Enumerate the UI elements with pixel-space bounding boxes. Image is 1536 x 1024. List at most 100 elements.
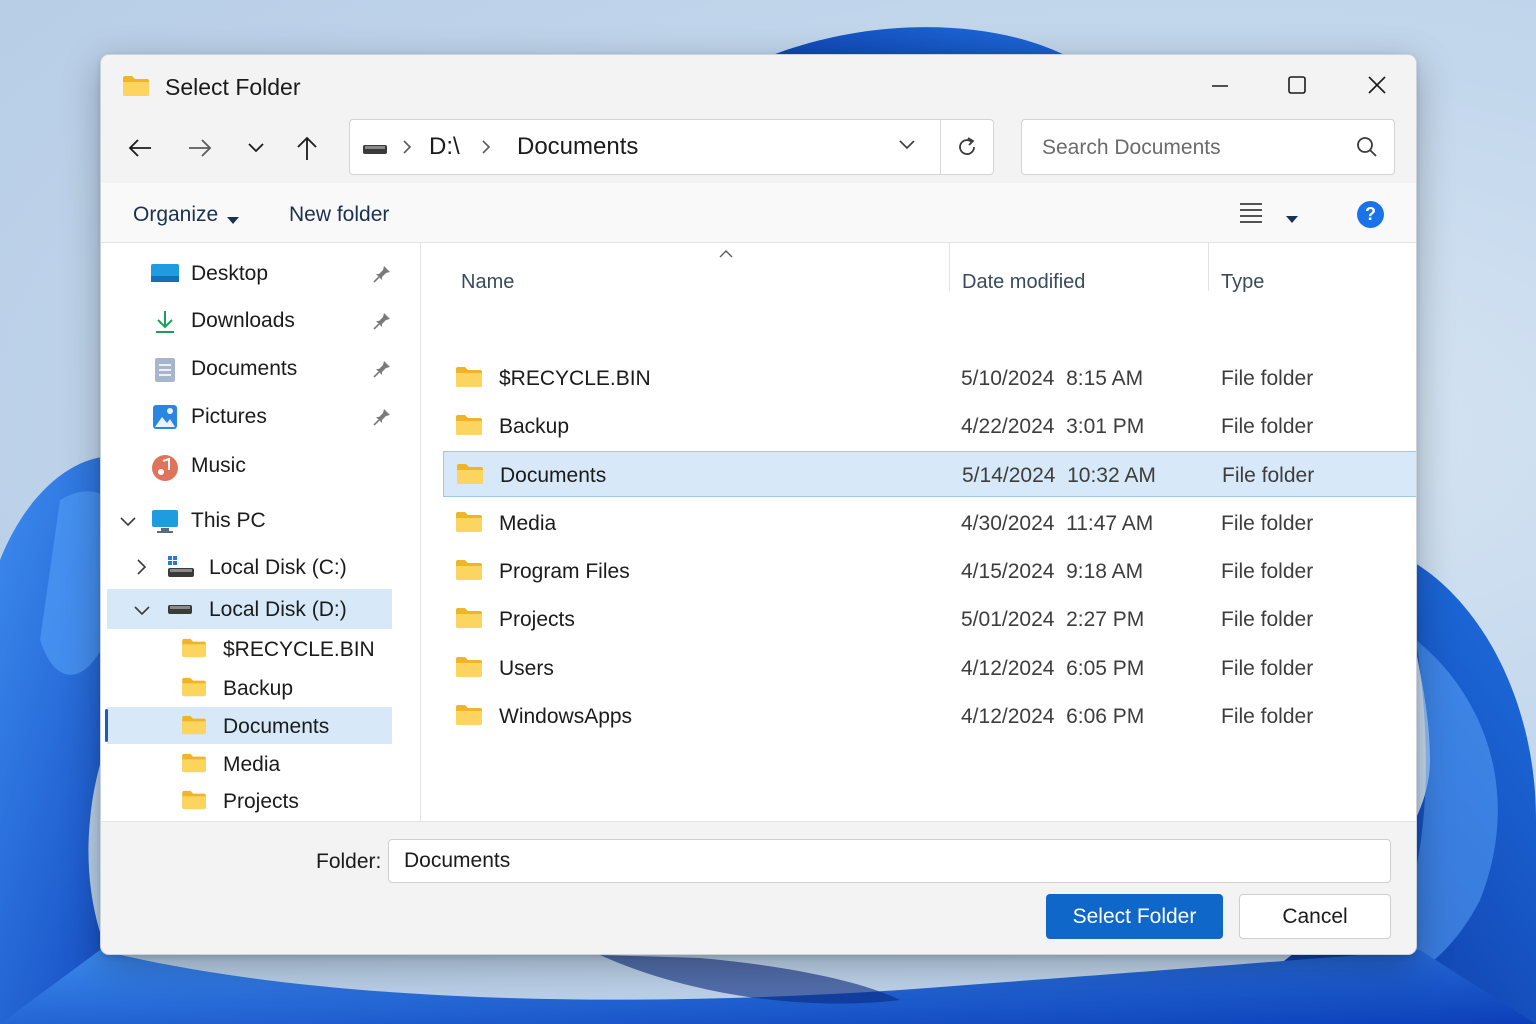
sidebar-item-label: Documents <box>191 357 298 380</box>
table-row[interactable]: Users 4/12/2024 6:05 PM File folder <box>443 645 1416 691</box>
folder-icon <box>455 559 483 586</box>
sidebar-item-documents-folder[interactable]: Documents <box>101 707 401 747</box>
refresh-button[interactable] <box>948 128 986 166</box>
table-row[interactable]: WindowsApps 4/12/2024 6:06 PM File folde… <box>443 693 1416 739</box>
file-date: 4/22/2024 3:01 PM <box>961 415 1145 438</box>
folder-name-input[interactable] <box>388 839 1391 883</box>
desktop-icon <box>151 262 179 291</box>
breadcrumb-folder[interactable]: Documents <box>517 133 638 161</box>
sidebar-item-this-pc[interactable]: This PC <box>101 501 401 541</box>
search-icon[interactable] <box>1356 136 1378 163</box>
table-row[interactable]: Media 4/30/2024 11:47 AM File folder <box>443 500 1416 546</box>
column-header-date-modified[interactable]: Date modified <box>962 271 1085 294</box>
file-type: File folder <box>1221 560 1314 583</box>
folder-icon <box>455 704 483 731</box>
file-date: 5/14/2024 10:32 AM <box>962 464 1156 487</box>
search-input[interactable] <box>1042 134 1342 162</box>
file-date: 5/01/2024 2:27 PM <box>961 608 1145 631</box>
file-type: File folder <box>1221 415 1314 438</box>
sidebar-item-projects[interactable]: Projects <box>101 782 401 822</box>
arrow-up-icon <box>297 136 317 160</box>
sidebar-item-recycle-bin[interactable]: $RECYCLE.BIN <box>101 630 401 670</box>
table-row-selected[interactable]: Documents 5/14/2024 10:32 AM File folder <box>443 451 1416 497</box>
column-header-name[interactable]: Name <box>461 271 514 294</box>
close-button[interactable] <box>1349 65 1405 105</box>
download-icon <box>153 309 177 340</box>
file-type: File folder <box>1221 512 1314 535</box>
sidebar-item-label: This PC <box>191 509 266 532</box>
sidebar-item-backup[interactable]: Backup <box>101 669 401 709</box>
recent-locations-button[interactable] <box>237 129 275 167</box>
sidebar-item-label: Downloads <box>191 309 295 332</box>
sidebar-item-label: Backup <box>223 677 294 700</box>
file-date: 4/12/2024 6:06 PM <box>961 705 1145 728</box>
folder-icon <box>181 790 207 815</box>
file-name: Projects <box>499 608 575 631</box>
file-type: File folder <box>1221 367 1314 390</box>
cancel-button[interactable]: Cancel <box>1239 894 1391 939</box>
sidebar-item-pictures[interactable]: Pictures <box>101 397 401 437</box>
folder-icon <box>455 656 483 683</box>
arrow-right-icon <box>189 139 212 157</box>
arrow-left-icon <box>128 139 151 157</box>
folder-icon <box>122 75 150 102</box>
help-button[interactable]: ? <box>1357 201 1384 228</box>
column-divider[interactable] <box>1208 243 1209 291</box>
organize-button[interactable]: Organize <box>133 203 218 227</box>
address-dropdown-icon[interactable] <box>898 138 916 156</box>
caret-down-icon[interactable] <box>227 212 239 230</box>
address-bar[interactable]: D:\ Documents <box>349 119 994 175</box>
view-list-icon[interactable] <box>1239 201 1263 228</box>
column-divider[interactable] <box>949 243 950 291</box>
folder-icon <box>181 677 207 702</box>
folder-icon <box>455 366 483 393</box>
file-name: Program Files <box>499 560 630 583</box>
pin-icon <box>373 360 391 383</box>
file-name: Media <box>499 512 557 535</box>
table-row[interactable]: Backup 4/22/2024 3:01 PM File folder <box>443 403 1416 449</box>
file-name: Users <box>499 657 554 680</box>
minimize-button[interactable] <box>1192 65 1248 105</box>
forward-button[interactable] <box>181 129 219 167</box>
sidebar-item-desktop[interactable]: Desktop <box>101 254 401 294</box>
dialog-footer: Folder: Select Folder Cancel <box>101 821 1416 954</box>
breadcrumb-drive[interactable]: D:\ <box>429 133 460 161</box>
view-options-dropdown-icon[interactable] <box>1286 211 1298 229</box>
sidebar-item-media[interactable]: Media <box>101 745 401 785</box>
drive-icon <box>362 142 388 160</box>
music-icon <box>151 454 179 487</box>
file-date: 5/10/2024 8:15 AM <box>961 367 1144 390</box>
sidebar-item-label: Projects <box>223 790 299 813</box>
maximize-button[interactable] <box>1269 65 1325 105</box>
address-divider <box>940 120 941 174</box>
chevron-right-icon <box>481 139 491 160</box>
file-name: Backup <box>499 415 570 438</box>
column-header-type[interactable]: Type <box>1221 271 1264 294</box>
select-folder-button[interactable]: Select Folder <box>1046 894 1223 939</box>
new-folder-button[interactable]: New folder <box>289 203 389 227</box>
back-button[interactable] <box>121 129 159 167</box>
sidebar-item-label: Pictures <box>191 405 267 428</box>
chevron-down-icon <box>248 143 264 153</box>
sidebar-item-local-disk-d[interactable]: Local Disk (D:) <box>101 590 401 630</box>
maximize-icon <box>1288 76 1306 94</box>
table-row[interactable]: Program Files 4/15/2024 9:18 AM File fol… <box>443 548 1416 594</box>
pin-icon <box>373 265 391 288</box>
file-type: File folder <box>1221 657 1314 680</box>
folder-icon <box>181 753 207 778</box>
folder-label: Folder: <box>316 850 382 873</box>
close-icon <box>1368 76 1386 94</box>
up-button[interactable] <box>288 129 326 167</box>
sidebar-item-music[interactable]: Music <box>101 446 401 486</box>
sidebar-item-documents[interactable]: Documents <box>101 349 401 389</box>
file-date: 4/15/2024 9:18 AM <box>961 560 1144 583</box>
chevron-right-icon <box>402 139 412 160</box>
pictures-icon <box>153 405 177 434</box>
sidebar-item-downloads[interactable]: Downloads <box>101 301 401 341</box>
table-row[interactable]: $RECYCLE.BIN 5/10/2024 8:15 AM File fold… <box>443 355 1416 401</box>
file-name: WindowsApps <box>499 705 633 728</box>
file-date: 4/12/2024 6:05 PM <box>961 657 1145 680</box>
table-row[interactable]: Projects 5/01/2024 2:27 PM File folder <box>443 596 1416 642</box>
refresh-icon <box>959 137 975 155</box>
sidebar-item-local-disk-c[interactable]: Local Disk (C:) <box>101 548 401 588</box>
